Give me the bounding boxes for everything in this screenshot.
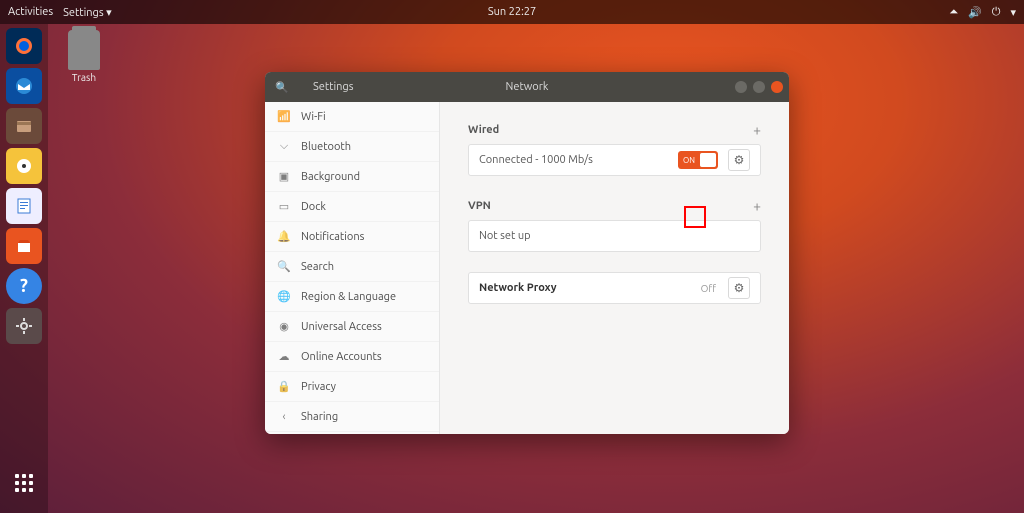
- launcher-dock: ?: [0, 24, 48, 513]
- universal-access-icon: ◉: [277, 320, 291, 333]
- search-icon[interactable]: 🔍: [265, 81, 299, 94]
- window-close-button[interactable]: [771, 81, 783, 93]
- wired-settings-button[interactable]: ⚙: [728, 149, 750, 171]
- sidebar-item-wi-fi[interactable]: 📶 Wi-Fi: [265, 102, 439, 132]
- sidebar-item-label: Notifications: [301, 231, 364, 243]
- wi-fi-icon: 📶: [277, 110, 291, 123]
- launcher-files[interactable]: [6, 108, 42, 144]
- show-applications-button[interactable]: [0, 463, 48, 503]
- window-minimize-button[interactable]: [735, 81, 747, 93]
- launcher-help[interactable]: ?: [6, 268, 42, 304]
- add-vpn-button[interactable]: +: [753, 198, 761, 214]
- sidebar-item-online-accounts[interactable]: ☁ Online Accounts: [265, 342, 439, 372]
- network-proxy-row: Network Proxy Off ⚙: [468, 272, 761, 304]
- activities-button[interactable]: Activities: [8, 6, 53, 18]
- window-titlebar[interactable]: 🔍 Settings Network: [265, 72, 789, 102]
- launcher-rhythmbox[interactable]: [6, 148, 42, 184]
- window-title-left: Settings: [313, 81, 354, 93]
- sidebar-item-label: Background: [301, 171, 360, 183]
- add-wired-button[interactable]: +: [753, 122, 761, 138]
- notifications-icon: 🔔: [277, 230, 291, 243]
- trash-label: Trash: [60, 72, 108, 83]
- gear-icon: ⚙: [734, 153, 745, 167]
- sidebar-item-bluetooth[interactable]: ⌵ Bluetooth: [265, 132, 439, 162]
- vpn-row: Not set up: [468, 220, 761, 252]
- volume-indicator-icon[interactable]: 🔊: [968, 6, 982, 19]
- sidebar-item-privacy[interactable]: 🔒 Privacy: [265, 372, 439, 402]
- wired-toggle[interactable]: ON: [678, 151, 718, 169]
- proxy-state: Off: [701, 283, 716, 294]
- dock-icon: ▭: [277, 200, 291, 213]
- sidebar-item-label: Wi-Fi: [301, 111, 326, 123]
- vpn-status-label: Not set up: [479, 230, 750, 242]
- launcher-settings[interactable]: [6, 308, 42, 344]
- sidebar-item-region-language[interactable]: 🌐 Region & Language: [265, 282, 439, 312]
- launcher-software[interactable]: [6, 228, 42, 264]
- sidebar-item-label: Dock: [301, 201, 326, 213]
- launcher-firefox[interactable]: [6, 28, 42, 64]
- settings-content: Wired + Connected - 1000 Mb/s ON ⚙ VPN +…: [440, 102, 789, 434]
- top-panel: Activities Settings ▾ Sun 22:27 ⏶ 🔊 ⏻ ▾: [0, 0, 1024, 24]
- online-accounts-icon: ☁: [277, 350, 291, 363]
- settings-sidebar: 📶 Wi-Fi ⌵ Bluetooth ▣ Background ▭ Dock 🔔 Notific…: [265, 102, 440, 434]
- search-icon: 🔍: [277, 260, 291, 273]
- bluetooth-icon: ⌵: [277, 140, 291, 153]
- window-maximize-button[interactable]: [753, 81, 765, 93]
- settings-window: 🔍 Settings Network 📶 Wi-Fi ⌵ Bluetooth ▣ Back…: [265, 72, 789, 434]
- wired-heading: Wired: [468, 124, 499, 136]
- gear-icon: ⚙: [734, 281, 745, 295]
- sidebar-item-search[interactable]: 🔍 Search: [265, 252, 439, 282]
- wired-status-label: Connected - 1000 Mb/s: [479, 154, 668, 166]
- network-indicator-icon[interactable]: ⏶: [949, 6, 958, 19]
- system-menu-chevron-icon[interactable]: ▾: [1010, 6, 1016, 19]
- privacy-icon: 🔒: [277, 380, 291, 393]
- sidebar-item-label: Region & Language: [301, 291, 396, 303]
- proxy-label: Network Proxy: [479, 282, 691, 294]
- vpn-heading: VPN: [468, 200, 491, 212]
- launcher-libreoffice[interactable]: [6, 188, 42, 224]
- sidebar-item-label: Universal Access: [301, 321, 382, 333]
- sidebar-item-sharing[interactable]: ‹ Sharing: [265, 402, 439, 432]
- sidebar-item-background[interactable]: ▣ Background: [265, 162, 439, 192]
- background-icon: ▣: [277, 170, 291, 183]
- sidebar-item-notifications[interactable]: 🔔 Notifications: [265, 222, 439, 252]
- sidebar-item-label: Privacy: [301, 381, 336, 393]
- apps-grid-icon: [15, 474, 33, 492]
- sidebar-item-label: Online Accounts: [301, 351, 382, 363]
- sidebar-item-dock[interactable]: ▭ Dock: [265, 192, 439, 222]
- desktop-trash[interactable]: Trash: [60, 30, 108, 83]
- sidebar-item-label: Sharing: [301, 411, 338, 423]
- sharing-icon: ‹: [277, 411, 291, 423]
- sidebar-item-sound[interactable]: 🔊Sound: [265, 432, 439, 434]
- launcher-thunderbird[interactable]: [6, 68, 42, 104]
- sidebar-item-label: Search: [301, 261, 334, 273]
- wired-connection-row: Connected - 1000 Mb/s ON ⚙: [468, 144, 761, 176]
- trash-icon: [68, 30, 100, 70]
- region-language-icon: 🌐: [277, 290, 291, 303]
- sidebar-item-label: Bluetooth: [301, 141, 351, 153]
- app-menu[interactable]: Settings ▾: [63, 6, 112, 19]
- clock[interactable]: Sun 22:27: [488, 6, 536, 18]
- window-title-center: Network: [506, 81, 549, 93]
- power-indicator-icon[interactable]: ⏻: [992, 6, 1001, 19]
- proxy-settings-button[interactable]: ⚙: [728, 277, 750, 299]
- sidebar-item-universal-access[interactable]: ◉ Universal Access: [265, 312, 439, 342]
